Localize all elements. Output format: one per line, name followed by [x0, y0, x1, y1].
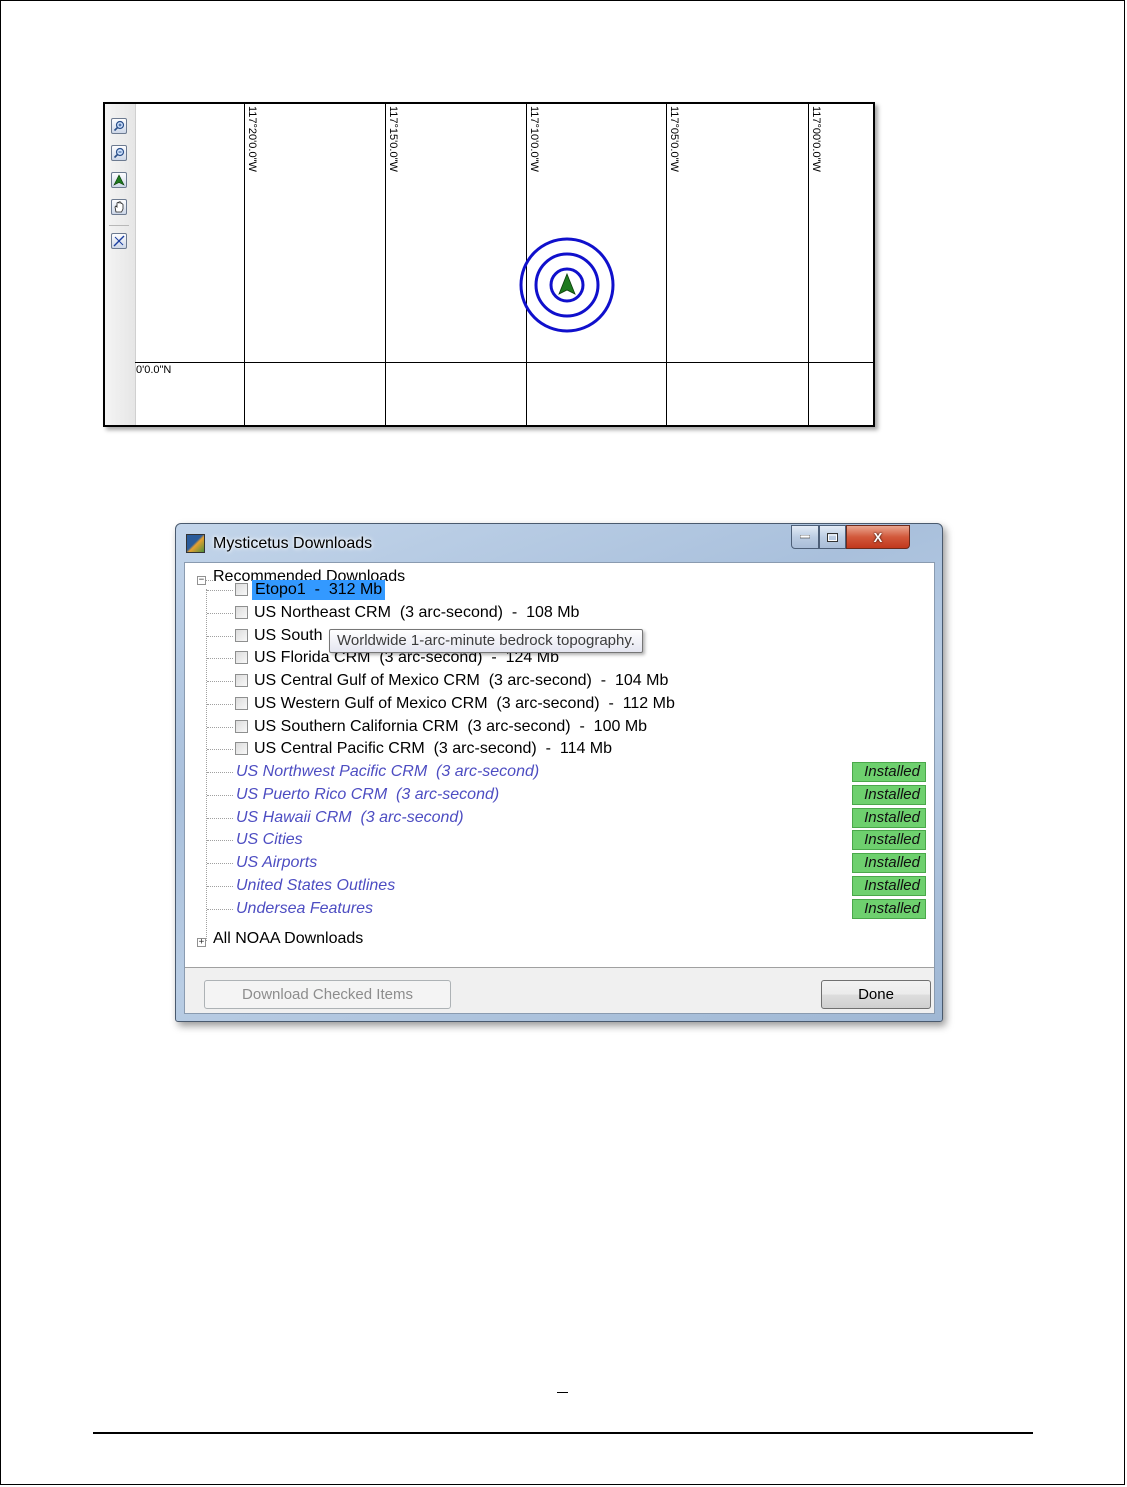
- item-tooltip: Worldwide 1-arc-minute bedrock topograph…: [329, 629, 643, 653]
- item-label: US Cities: [236, 831, 303, 849]
- item-label: US Northwest Pacific CRM (3 arc-second): [236, 763, 540, 780]
- tree-connector: [207, 885, 233, 887]
- installed-badge: Installed: [852, 853, 926, 873]
- close-icon: X: [873, 529, 883, 545]
- tree-connector: [207, 749, 233, 751]
- tree-connector: [207, 908, 233, 910]
- item-checkbox[interactable]: [235, 583, 248, 596]
- tree-item-download[interactable]: US Western Gulf of Mexico CRM (3 arc-sec…: [185, 693, 934, 715]
- download-checked-button[interactable]: Download Checked Items: [204, 980, 451, 1009]
- vessel-arrow-icon: [558, 272, 576, 295]
- item-label: Etopo1 - 312 Mb: [252, 580, 386, 600]
- maximize-button[interactable]: [819, 525, 846, 549]
- tree-item-download[interactable]: US Central Pacific CRM (3 arc-second) - …: [185, 738, 934, 760]
- item-label: US Hawaii CRM (3 arc-second): [236, 808, 464, 826]
- tree-connector: [207, 817, 233, 819]
- tree-item-download[interactable]: US Northeast CRM (3 arc-second) - 108 Mb: [185, 602, 934, 624]
- tree-item-installed[interactable]: US Hawaii CRM (3 arc-second) Installed: [185, 807, 934, 829]
- minimize-icon: [800, 535, 810, 539]
- tree-connector: [207, 772, 233, 773]
- tree-item-download[interactable]: Etopo1 - 312 Mb: [185, 579, 934, 601]
- minimize-button[interactable]: [791, 525, 819, 549]
- item-label: US Western Gulf of Mexico CRM (3 arc-sec…: [254, 694, 675, 712]
- tree-connector: [207, 681, 233, 682]
- installed-badge: Installed: [852, 830, 926, 851]
- tree-item-installed[interactable]: US Airports Installed: [185, 852, 934, 874]
- tree-item-installed[interactable]: US Northwest Pacific CRM (3 arc-second) I…: [185, 761, 934, 783]
- installed-badge: Installed: [852, 875, 926, 896]
- item-checkbox[interactable]: [235, 628, 248, 642]
- tree-connector: [207, 726, 233, 728]
- app-icon: [186, 534, 205, 553]
- item-checkbox[interactable]: [235, 742, 248, 756]
- close-button[interactable]: X: [846, 525, 910, 549]
- footer-rule: [93, 1432, 1033, 1434]
- tree-connector: [207, 840, 233, 842]
- tree-item-installed[interactable]: Undersea Features Installed: [185, 898, 934, 920]
- tree-connector: [207, 703, 233, 705]
- item-checkbox[interactable]: [235, 605, 248, 619]
- maximize-icon: [827, 532, 838, 542]
- tree-connector: [207, 794, 233, 796]
- installed-badge: Installed: [852, 762, 926, 782]
- item-checkbox[interactable]: [235, 696, 248, 710]
- item-checkbox[interactable]: [235, 651, 248, 665]
- item-label: US Central Gulf of Mexico CRM (3 arc-sec…: [254, 672, 669, 689]
- installed-badge: Installed: [852, 784, 926, 805]
- item-label: US South: [254, 626, 323, 644]
- window-title: Mysticetus Downloads: [213, 535, 373, 552]
- item-label: US Airports: [236, 854, 318, 871]
- page-number-marker: [557, 1392, 568, 1393]
- tree-connector: [207, 590, 233, 591]
- map-view[interactable]: 117°20'0.0"W 117°15'0.0"W 117°10'0.0"W 1…: [103, 102, 875, 427]
- title-bar[interactable]: Mysticetus Downloads X: [176, 524, 942, 562]
- tree-root-noaa[interactable]: All NOAA Downloads: [213, 930, 363, 948]
- item-label: Undersea Features: [236, 899, 373, 917]
- tree-connector: [207, 863, 233, 864]
- item-label: US Southern California CRM (3 arc-second…: [254, 717, 648, 735]
- tree-item-installed[interactable]: US Cities Installed: [185, 829, 934, 851]
- tree-connector: [207, 658, 233, 660]
- dialog-client-area: − Recommended Downloads Etopo1 - 312 Mb U…: [184, 562, 935, 1014]
- tree-item-download[interactable]: US Central Gulf of Mexico CRM (3 arc-sec…: [185, 670, 934, 692]
- item-label: US Central Pacific CRM (3 arc-second) - …: [254, 740, 613, 758]
- installed-badge: Installed: [852, 898, 926, 919]
- tree-item-download[interactable]: US Southern California CRM (3 arc-second…: [185, 716, 934, 738]
- tree-connector: [207, 635, 233, 637]
- item-label: United States Outlines: [236, 876, 396, 894]
- tree-item-installed[interactable]: US Puerto Rico CRM (3 arc-second) Install…: [185, 784, 934, 806]
- downloads-dialog: Mysticetus Downloads X − Recommended Dow…: [175, 523, 943, 1022]
- position-marker[interactable]: [105, 104, 873, 425]
- item-label: US Puerto Rico CRM (3 arc-second): [236, 785, 500, 803]
- tree-item-installed[interactable]: United States Outlines Installed: [185, 875, 934, 897]
- done-button[interactable]: Done: [821, 980, 931, 1009]
- installed-badge: Installed: [852, 807, 926, 828]
- item-label: US Northeast CRM (3 arc-second) - 108 Mb: [254, 603, 580, 621]
- tree-connector: [207, 612, 233, 614]
- downloads-tree[interactable]: − Recommended Downloads Etopo1 - 312 Mb U…: [185, 563, 934, 968]
- item-checkbox[interactable]: [235, 674, 248, 687]
- expand-noaa-icon[interactable]: +: [197, 938, 206, 947]
- item-checkbox[interactable]: [235, 719, 248, 733]
